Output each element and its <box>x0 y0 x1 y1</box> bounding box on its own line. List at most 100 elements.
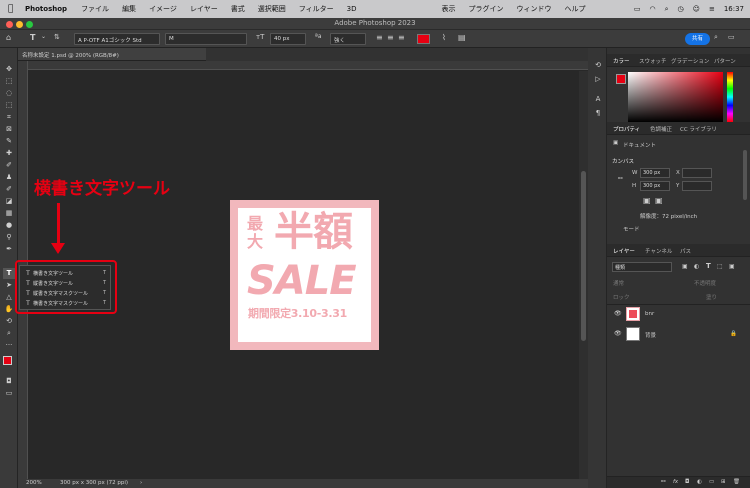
menu-help[interactable]: ヘルプ <box>564 4 585 14</box>
filter-type-icon[interactable]: T <box>706 262 711 270</box>
menu-filter[interactable]: フィルター <box>299 4 334 14</box>
dodge-tool-icon[interactable]: ⚲ <box>3 232 15 243</box>
crop-tool-icon[interactable]: ⌗ <box>3 112 15 123</box>
chevron-right-icon[interactable]: › <box>140 480 142 486</box>
tab-patterns[interactable]: パターン <box>714 57 736 65</box>
visibility-eye-icon[interactable]: 👁 <box>614 310 622 317</box>
filter-pixel-icon[interactable]: ▣ <box>682 263 688 270</box>
frame-tool-icon[interactable]: ⊠ <box>3 124 15 135</box>
healing-tool-icon[interactable]: ✚ <box>3 148 15 159</box>
filter-shape-icon[interactable]: ⬚ <box>717 263 723 270</box>
hue-slider[interactable] <box>727 72 733 122</box>
warp-text-icon[interactable]: ⌇ <box>442 33 446 45</box>
actions-icon[interactable]: ▷ <box>592 74 604 85</box>
tab-swatches[interactable]: スウォッチ <box>639 57 667 65</box>
menu-plugins[interactable]: プラグイン <box>468 4 503 14</box>
menu-file[interactable]: ファイル <box>81 4 109 14</box>
history-icon[interactable]: ⟲ <box>592 60 604 71</box>
paragraph-icon[interactable]: ¶ <box>592 108 604 119</box>
anti-alias-select[interactable]: 強く <box>330 33 366 45</box>
menubar-clock[interactable]: 16:37 <box>724 5 744 13</box>
path-select-tool-icon[interactable]: ➤ <box>3 280 15 291</box>
toggle-orientation-icon[interactable]: ⇅ <box>54 33 60 45</box>
link-layers-icon[interactable]: ⚯ <box>661 479 666 485</box>
menu-image[interactable]: イメージ <box>149 4 177 14</box>
type-tool-icon[interactable]: T <box>3 268 15 279</box>
visibility-eye-icon[interactable]: 👁 <box>614 330 622 337</box>
document-size-info[interactable]: 300 px x 300 px (72 ppi) <box>60 480 128 486</box>
eyedropper-tool-icon[interactable]: ✎ <box>3 136 15 147</box>
control-center-icon[interactable]: ≡ <box>709 5 715 13</box>
layer-name[interactable]: 背景 <box>645 331 656 339</box>
opacity-label[interactable]: 不透明度 <box>694 279 716 287</box>
canvas-x-input[interactable] <box>682 168 712 178</box>
layer-filter-kind-select[interactable]: 種類 <box>612 262 672 272</box>
menu-edit[interactable]: 編集 <box>122 4 136 14</box>
new-layer-icon[interactable]: ⊞ <box>721 479 726 485</box>
wifi-icon[interactable]: ◠ <box>649 5 655 13</box>
tab-gradients[interactable]: グラデーション <box>671 57 709 65</box>
search-icon[interactable]: ⌕ <box>665 5 669 14</box>
zoom-tool-icon[interactable]: ⌕ <box>3 328 15 339</box>
text-color-swatch[interactable] <box>417 34 430 44</box>
more-tools-icon[interactable]: ··· <box>3 340 15 351</box>
foreground-color-swatch[interactable] <box>3 356 12 365</box>
share-button[interactable]: 共有 <box>685 33 710 45</box>
hand-tool-icon[interactable]: ✋ <box>3 304 15 315</box>
gradient-tool-icon[interactable]: ▦ <box>3 208 15 219</box>
panel-foreground-swatch[interactable] <box>616 74 626 84</box>
font-size-input[interactable]: 40 px <box>270 33 306 45</box>
tab-layers[interactable]: レイヤー <box>613 247 635 255</box>
battery-icon[interactable]: ▭ <box>634 5 641 13</box>
font-style-select[interactable]: M <box>165 33 247 45</box>
rotate-view-tool-icon[interactable]: ⟲ <box>3 316 15 327</box>
chevron-down-icon[interactable]: ⌄ <box>41 33 46 45</box>
search-icon[interactable]: ⌕ <box>714 33 718 45</box>
link-dimensions-icon[interactable]: ⚯ <box>618 176 623 182</box>
portrait-icon[interactable]: ▣ <box>643 196 651 205</box>
font-family-select[interactable]: A P-OTF A1ゴシック Std <box>74 33 160 45</box>
blend-mode-select[interactable]: 通常 <box>613 279 624 287</box>
align-left-icon[interactable]: ≡ <box>376 33 383 45</box>
menu-type[interactable]: 書式 <box>231 4 245 14</box>
home-icon[interactable]: ⌂ <box>6 33 11 45</box>
horizontal-ruler[interactable] <box>18 61 588 70</box>
stamp-tool-icon[interactable]: ♟ <box>3 172 15 183</box>
tab-cc-libraries[interactable]: CC ライブラリ <box>680 125 717 133</box>
type-tool-preset-icon[interactable]: T <box>30 33 35 45</box>
sale-banner-artwork[interactable]: 最大 半額 SALE 期間限定3.10-3.31 <box>230 200 379 350</box>
tab-channels[interactable]: チャンネル <box>645 247 672 255</box>
adjustment-layer-icon[interactable]: ◐ <box>697 479 702 485</box>
object-select-tool-icon[interactable]: ⬚ <box>3 100 15 111</box>
align-right-icon[interactable]: ≡ <box>398 33 405 45</box>
apple-icon[interactable]:  <box>8 4 18 14</box>
tab-color[interactable]: カラー <box>613 57 630 65</box>
filter-adjustment-icon[interactable]: ◐ <box>694 263 699 270</box>
pen-tool-icon[interactable]: ✒ <box>3 244 15 255</box>
align-center-icon[interactable]: ≡ <box>387 33 394 45</box>
filter-smart-object-icon[interactable]: ▣ <box>729 263 735 270</box>
menu-select[interactable]: 選択範囲 <box>258 4 286 14</box>
marquee-tool-icon[interactable]: ⬚ <box>3 76 15 87</box>
trash-icon[interactable]: 🗑 <box>733 479 740 485</box>
brush-tool-icon[interactable]: ✐ <box>3 160 15 171</box>
eraser-tool-icon[interactable]: ◪ <box>3 196 15 207</box>
color-picker-field[interactable] <box>628 72 723 122</box>
screen-mode-icon[interactable]: ▭ <box>3 388 15 399</box>
canvas-section-label[interactable]: カンバス <box>612 157 634 165</box>
blur-tool-icon[interactable]: ● <box>3 220 15 231</box>
shape-tool-icon[interactable]: △ <box>3 292 15 303</box>
canvas-y-input[interactable] <box>682 181 712 191</box>
menu-window[interactable]: ウィンドウ <box>516 4 551 14</box>
tab-paths[interactable]: パス <box>680 247 691 255</box>
lasso-tool-icon[interactable]: ◌ <box>3 88 15 99</box>
character-panel-icon[interactable]: ▤ <box>458 33 466 45</box>
tab-properties[interactable]: プロパティ <box>613 125 640 133</box>
character-icon[interactable]: A <box>592 94 604 105</box>
history-brush-tool-icon[interactable]: ✐ <box>3 184 15 195</box>
fill-label[interactable]: 塗り <box>706 293 717 301</box>
properties-scrollbar[interactable] <box>743 150 747 200</box>
layer-mask-icon[interactable]: ◘ <box>685 479 689 485</box>
menu-3d[interactable]: 3D <box>347 5 357 13</box>
menu-view[interactable]: 表示 <box>441 4 455 14</box>
